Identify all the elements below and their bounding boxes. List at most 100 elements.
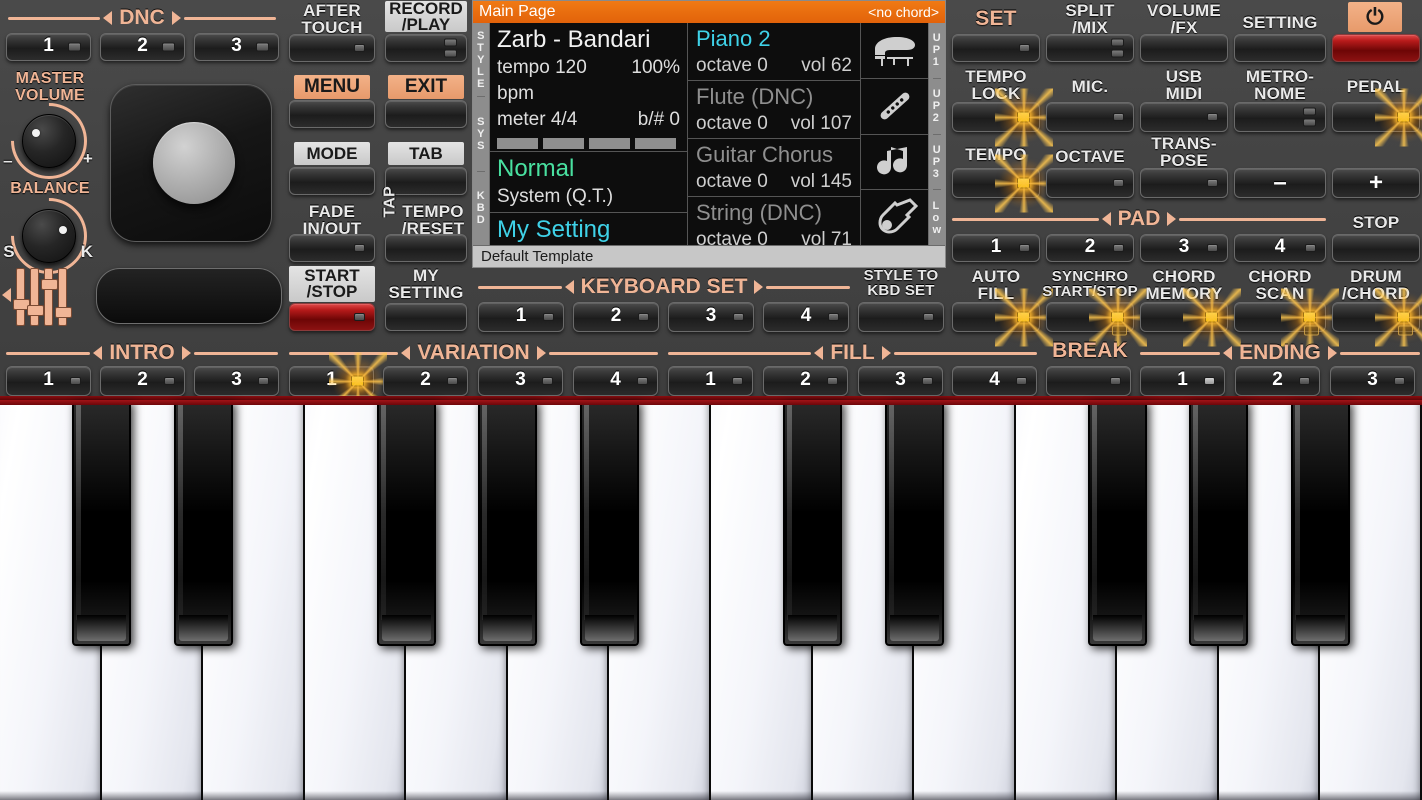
keyboard-set-button-2[interactable]: 2: [573, 302, 659, 332]
music-note-icon[interactable]: [861, 135, 928, 191]
black-key[interactable]: [377, 400, 436, 646]
lcd-style-cell[interactable]: Zarb - Bandari tempo 120 bpm 100% meter …: [490, 23, 687, 152]
lcd-right-tabs[interactable]: UP1 UP2 UP3 Low: [928, 23, 945, 245]
pad-button-4[interactable]: 4: [1234, 234, 1326, 262]
pad-button-3[interactable]: 3: [1140, 234, 1228, 262]
fill-button-2[interactable]: 2: [763, 366, 848, 396]
lcd-kbd-name: My Setting: [497, 215, 680, 245]
black-key[interactable]: [1088, 400, 1147, 646]
menu-button[interactable]: [289, 100, 375, 128]
lcd-sys-cell[interactable]: Normal System (Q.T.): [490, 152, 687, 213]
after-touch-button[interactable]: [289, 34, 375, 62]
lcd-tab-up3[interactable]: UP3: [933, 135, 941, 191]
black-key[interactable]: [1189, 400, 1248, 646]
lcd-tab-style[interactable]: STYLE: [477, 23, 485, 97]
dnc-button-2[interactable]: 2: [100, 33, 185, 61]
tempo-lock-button[interactable]: [952, 102, 1040, 132]
pad-3-led: [1207, 244, 1218, 252]
split-mix-button[interactable]: [1046, 34, 1134, 62]
transpose-button[interactable]: [1140, 168, 1228, 198]
fill-button-3[interactable]: 3: [858, 366, 943, 396]
pedal-led: [1397, 112, 1410, 123]
fill-button-4[interactable]: 4: [952, 366, 1037, 396]
flute-icon[interactable]: [861, 79, 928, 135]
lcd-part-up3[interactable]: Guitar Chorus octave 0 vol 145: [688, 139, 860, 197]
pad-button-2[interactable]: 2: [1046, 234, 1134, 262]
chord-memory-button[interactable]: [1140, 302, 1228, 332]
keyboard-set-button-4[interactable]: 4: [763, 302, 849, 332]
intro-button-1[interactable]: 1: [6, 366, 91, 396]
pedal-button[interactable]: [1332, 102, 1420, 132]
my-setting-button[interactable]: [385, 303, 467, 331]
volume-fx-button[interactable]: [1140, 34, 1228, 62]
power-button[interactable]: [1332, 34, 1420, 62]
lcd-left-tabs[interactable]: STYLE SYS KBD: [473, 23, 490, 245]
tab-button[interactable]: [385, 167, 467, 195]
set-button[interactable]: [952, 34, 1040, 62]
black-key[interactable]: [885, 400, 944, 646]
mode-button[interactable]: [289, 167, 375, 195]
drum-chord-button[interactable]: [1332, 302, 1420, 332]
ending-button-2[interactable]: 2: [1235, 366, 1320, 396]
lcd-display[interactable]: Main Page <no chord> STYLE SYS KBD Zarb …: [472, 0, 946, 268]
black-key[interactable]: [72, 400, 131, 646]
exit-label: EXIT: [388, 75, 464, 99]
lcd-tab-sys[interactable]: SYS: [477, 97, 485, 171]
variation-button-3[interactable]: 3: [478, 366, 563, 396]
lcd-part-up2[interactable]: Flute (DNC) octave 0 vol 107: [688, 81, 860, 139]
value-minus-button[interactable]: –: [1234, 168, 1326, 198]
master-volume-knob[interactable]: [22, 114, 76, 168]
pad-button-1[interactable]: 1: [952, 234, 1040, 262]
auto-fill-button[interactable]: [952, 302, 1040, 332]
tempo-reset-button[interactable]: [385, 234, 467, 262]
black-key[interactable]: [1291, 400, 1350, 646]
ending-button-3[interactable]: 3: [1330, 366, 1415, 396]
chord-scan-button[interactable]: [1234, 302, 1326, 332]
balance-knob[interactable]: [22, 209, 76, 263]
fill-button-1[interactable]: 1: [668, 366, 753, 396]
ending-button-1[interactable]: 1: [1140, 366, 1225, 396]
break-button[interactable]: [1046, 366, 1131, 396]
joystick-knob[interactable]: [153, 122, 235, 204]
joystick-pad[interactable]: [110, 84, 272, 242]
variation-button-4[interactable]: 4: [573, 366, 658, 396]
lcd-part-up1[interactable]: Piano 2 octave 0 vol 62: [688, 23, 860, 81]
ribbon-controller[interactable]: [96, 268, 282, 324]
black-key[interactable]: [783, 400, 842, 646]
lcd-tab-kbd[interactable]: KBD: [477, 172, 485, 245]
style-to-kbd-set-button[interactable]: [858, 302, 944, 332]
black-key[interactable]: [580, 400, 639, 646]
keyboard-set-button-3[interactable]: 3: [668, 302, 754, 332]
exit-button[interactable]: [385, 100, 467, 128]
tempo-button[interactable]: [952, 168, 1040, 198]
black-key[interactable]: [478, 400, 537, 646]
intro-button-2[interactable]: 2: [100, 366, 185, 396]
stop-button[interactable]: [1332, 234, 1420, 262]
dnc-button-3[interactable]: 3: [194, 33, 279, 61]
start-stop-button[interactable]: [289, 303, 375, 331]
lcd-tab-up2[interactable]: UP2: [933, 79, 941, 135]
variation-button-1[interactable]: 1: [289, 366, 374, 396]
intro-button-3[interactable]: 3: [194, 366, 279, 396]
fade-in-out-button[interactable]: [289, 234, 375, 262]
lcd-tab-low[interactable]: Low: [932, 190, 941, 245]
mixer-sliders-icon[interactable]: [16, 268, 67, 326]
black-key[interactable]: [174, 400, 233, 646]
dnc-button-1[interactable]: 1: [6, 33, 91, 61]
piano-keyboard[interactable]: [0, 400, 1422, 800]
setting-button[interactable]: [1234, 34, 1326, 62]
octave-button[interactable]: [1046, 168, 1134, 198]
violin-icon[interactable]: [861, 190, 928, 245]
usb-midi-button[interactable]: [1140, 102, 1228, 132]
variation-button-2[interactable]: 2: [383, 366, 468, 396]
fill-4-label: 4: [989, 369, 1000, 391]
synchro-button[interactable]: [1046, 302, 1134, 332]
lcd-tab-up1[interactable]: UP1: [933, 23, 941, 79]
keyboard-set-button-1[interactable]: 1: [478, 302, 564, 332]
mic-button[interactable]: [1046, 102, 1134, 132]
metronome-button[interactable]: [1234, 102, 1326, 132]
value-plus-button[interactable]: +: [1332, 168, 1420, 198]
record-play-button[interactable]: [385, 34, 467, 62]
grand-piano-icon[interactable]: [861, 23, 928, 79]
setting-label: SETTING: [1234, 14, 1326, 31]
